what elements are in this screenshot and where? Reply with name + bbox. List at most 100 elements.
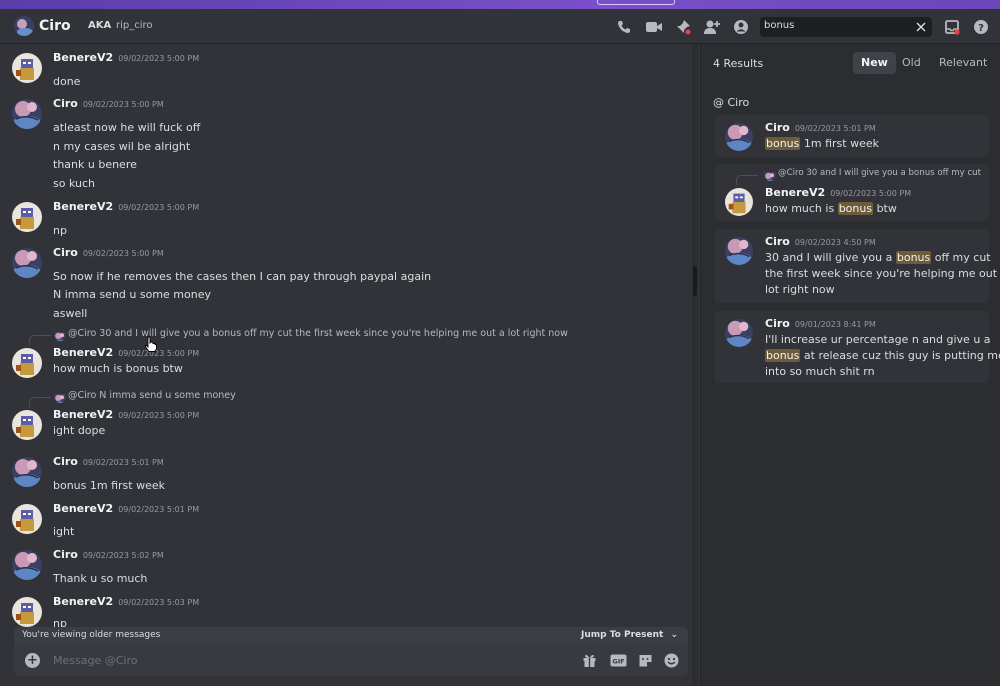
timestamp: 09/02/2023 5:00 PM: [118, 411, 200, 420]
message-text: how much is bonus btw: [53, 362, 183, 375]
emoji-icon[interactable]: [663, 652, 680, 669]
add-attachment-button[interactable]: +: [25, 653, 40, 668]
scrollbar[interactable]: [692, 44, 698, 686]
reply-reference[interactable]: @Ciro 30 and I will give you a bonus off…: [29, 328, 669, 345]
message-text: So now if he removes the cases then I ca…: [53, 270, 432, 283]
message-text: done: [53, 75, 81, 88]
username: Ciro 09/02/2023 4:50 PM: [765, 235, 876, 248]
message-text: np: [53, 224, 67, 237]
username[interactable]: Ciro 09/02/2023 5:00 PM: [53, 97, 164, 110]
avatar[interactable]: [12, 348, 42, 378]
avatar[interactable]: [12, 202, 42, 232]
gif-icon[interactable]: GIF: [610, 652, 627, 669]
svg-text:GIF: GIF: [612, 658, 624, 666]
message-text: I'll increase ur percentage n and give u…: [765, 333, 991, 346]
avatar: [725, 188, 753, 216]
close-icon[interactable]: [913, 19, 928, 34]
timestamp: 09/02/2023 5:01 PM: [118, 505, 200, 514]
gift-icon[interactable]: [581, 652, 598, 669]
username[interactable]: Ciro 09/02/2023 5:00 PM: [53, 246, 164, 259]
username[interactable]: BenereV2 09/02/2023 5:00 PM: [53, 408, 199, 421]
older-messages-text: You're viewing older messages: [22, 630, 161, 640]
avatar[interactable]: [12, 457, 42, 487]
username[interactable]: BenereV2 09/02/2023 5:03 PM: [53, 595, 199, 608]
message-text: 30 and I will give you a bonus off my cu…: [765, 251, 991, 264]
avatar[interactable]: [12, 504, 42, 534]
search-result[interactable]: Ciro 09/02/2023 4:50 PM 30 and I will give…: [714, 229, 1000, 303]
scrollbar-thumb[interactable]: [693, 266, 697, 296]
message-text: the first week since you're helping me o…: [765, 267, 1000, 280]
inbox-icon[interactable]: [942, 17, 962, 37]
results-count: 4 Results: [713, 57, 764, 70]
chevron-down-icon: ⌄: [670, 630, 678, 640]
username[interactable]: BenereV2 09/02/2023 5:00 PM: [53, 51, 199, 64]
avatar[interactable]: [12, 550, 42, 580]
username[interactable]: BenereV2 09/02/2023 5:00 PM: [53, 346, 199, 359]
dm-header: Ciro AKA rip_ciro bonus ?: [0, 9, 1000, 44]
message-text: Thank u so much: [53, 572, 148, 585]
avatar[interactable]: [12, 597, 42, 627]
avatar: [54, 329, 66, 341]
video-call-icon[interactable]: [644, 17, 664, 37]
search-result[interactable]: Ciro 09/02/2023 5:01 PM bonus 1m first wee…: [714, 115, 989, 157]
search-highlight: bonus: [765, 349, 801, 362]
chat-area: BenereV2 09/02/2023 5:00 PM done Ciro 09/02/…: [0, 44, 700, 686]
reply-text: @Ciro 30 and I will give you a bonus off…: [778, 168, 981, 178]
timestamp: 09/02/2023 5:00 PM: [82, 100, 164, 109]
timestamp: 09/01/2023 8:41 PM: [794, 320, 876, 329]
avatar: [725, 123, 753, 151]
message-input[interactable]: [53, 653, 553, 668]
reply-spine: [29, 397, 51, 407]
tab-new[interactable]: New: [853, 52, 896, 74]
timestamp: 09/02/2023 5:03 PM: [118, 598, 200, 607]
add-friends-icon[interactable]: [702, 17, 722, 37]
page-title: Ciro: [39, 18, 71, 34]
avatar[interactable]: [12, 410, 42, 440]
search-input[interactable]: bonus: [760, 17, 932, 37]
older-messages-bar: You're viewing older messages Jump To Pr…: [14, 627, 688, 645]
reply-text: @Ciro N imma send u some money: [68, 390, 236, 401]
tab-old[interactable]: Old: [894, 52, 929, 74]
search-query: bonus: [764, 20, 795, 31]
avatar[interactable]: [12, 99, 42, 129]
sticker-icon[interactable]: [637, 652, 654, 669]
reply-spine: [736, 175, 758, 185]
username[interactable]: BenereV2 09/02/2023 5:00 PM: [53, 200, 199, 213]
username[interactable]: Ciro 09/02/2023 5:02 PM: [53, 548, 164, 561]
pinned-messages-icon[interactable]: [673, 17, 693, 37]
message-text: thank u benere: [53, 158, 137, 171]
top-banner-strip: [0, 0, 1000, 9]
message-text: bonus 1m first week: [53, 479, 165, 492]
avatar[interactable]: [12, 248, 42, 278]
message-text: aswell: [53, 307, 88, 320]
message-text: N imma send u some money: [53, 288, 212, 301]
banner-button[interactable]: [597, 0, 675, 5]
avatar[interactable]: [14, 16, 34, 36]
search-result[interactable]: @Ciro 30 and I will give you a bonus off…: [714, 164, 989, 221]
reply-reference[interactable]: @Ciro N imma send u some money: [29, 390, 669, 407]
message-text: how much is bonus btw: [765, 202, 897, 215]
avatar: [725, 237, 753, 265]
reply-reference: @Ciro 30 and I will give you a bonus off…: [736, 168, 986, 185]
message-text: bonus at release cuz this guy is putting…: [765, 349, 1000, 362]
search-highlight: bonus: [837, 202, 874, 215]
avatar[interactable]: [12, 53, 42, 83]
search-result[interactable]: Ciro 09/01/2023 8:41 PM I'll increase ur p…: [714, 311, 1000, 383]
user-profile-icon[interactable]: [731, 17, 751, 37]
username: BenereV2 09/02/2023 5:00 PM: [765, 186, 912, 199]
avatar: [54, 391, 66, 403]
timestamp: 09/02/2023 5:00 PM: [118, 54, 200, 63]
message-composer: + GIF: [14, 645, 688, 676]
jump-to-present-button[interactable]: Jump To Present ⌄: [581, 630, 678, 640]
username[interactable]: Ciro 09/02/2023 5:01 PM: [53, 455, 164, 468]
avatar: [764, 169, 776, 181]
timestamp: 09/02/2023 4:50 PM: [794, 238, 876, 247]
svg-text:?: ?: [978, 23, 984, 34]
username[interactable]: BenereV2 09/02/2023 5:01 PM: [53, 502, 199, 515]
timestamp: 09/02/2023 5:00 PM: [118, 203, 200, 212]
tab-relevant[interactable]: Relevant: [931, 52, 995, 74]
voice-call-icon[interactable]: [614, 17, 634, 37]
help-icon[interactable]: ?: [971, 17, 991, 37]
message-text: ight: [53, 525, 75, 538]
timestamp: 09/02/2023 5:01 PM: [794, 124, 876, 133]
